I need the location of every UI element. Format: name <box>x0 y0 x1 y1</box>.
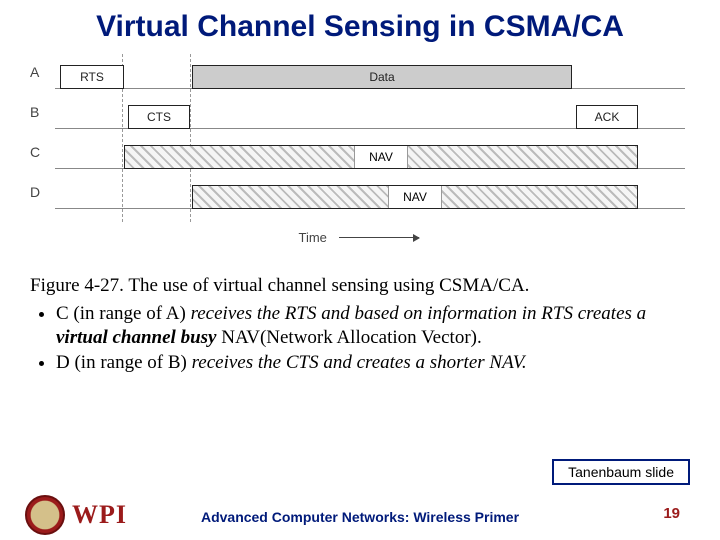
nav-d-box: NAV <box>192 185 638 209</box>
text-bold: virtual channel busy <box>56 327 221 348</box>
row-label-b: B <box>30 104 39 120</box>
page-number: 19 <box>663 505 680 522</box>
row-a: A RTS Data <box>30 59 690 89</box>
cts-box: CTS <box>128 105 190 129</box>
caption-figure-line: Figure 4-27. The use of virtual channel … <box>30 274 690 298</box>
ack-box: ACK <box>576 105 638 129</box>
row-b: B CTS ACK <box>30 99 690 129</box>
text: C (in range of A) <box>56 303 191 324</box>
row-d: D NAV <box>30 179 690 209</box>
time-label: Time <box>299 230 327 245</box>
data-box: Data <box>192 65 572 89</box>
slide-title: Virtual Channel Sensing in CSMA/CA <box>0 0 720 46</box>
nav-d-label: NAV <box>388 186 442 208</box>
time-axis: Time <box>55 229 685 249</box>
text-italic: receives the RTS and based on informatio… <box>191 303 647 324</box>
slide-footer: WPI Advanced Computer Networks: Wireless… <box>0 490 720 530</box>
row-c: C NAV <box>30 139 690 169</box>
text: NAV(Network Allocation Vector). <box>221 327 482 348</box>
credit-box: Tanenbaum slide <box>552 459 690 485</box>
row-label-a: A <box>30 64 39 80</box>
timing-diagram: A RTS Data B CTS ACK C NAV D NAV Time <box>30 54 690 264</box>
text: D (in range of B) <box>56 352 192 373</box>
nav-c-label: NAV <box>354 146 408 168</box>
caption-bullet-1: C (in range of A) receives the RTS and b… <box>56 302 690 350</box>
figure-caption: Figure 4-27. The use of virtual channel … <box>30 274 690 375</box>
time-arrow-icon <box>339 237 419 238</box>
caption-bullet-2: D (in range of B) receives the CTS and c… <box>56 351 690 375</box>
footer-title: Advanced Computer Networks: Wireless Pri… <box>0 509 720 525</box>
rts-box: RTS <box>60 65 124 89</box>
text-italic: receives the CTS and creates a shorter N… <box>192 352 527 373</box>
row-label-d: D <box>30 184 40 200</box>
row-label-c: C <box>30 144 40 160</box>
nav-c-box: NAV <box>124 145 638 169</box>
